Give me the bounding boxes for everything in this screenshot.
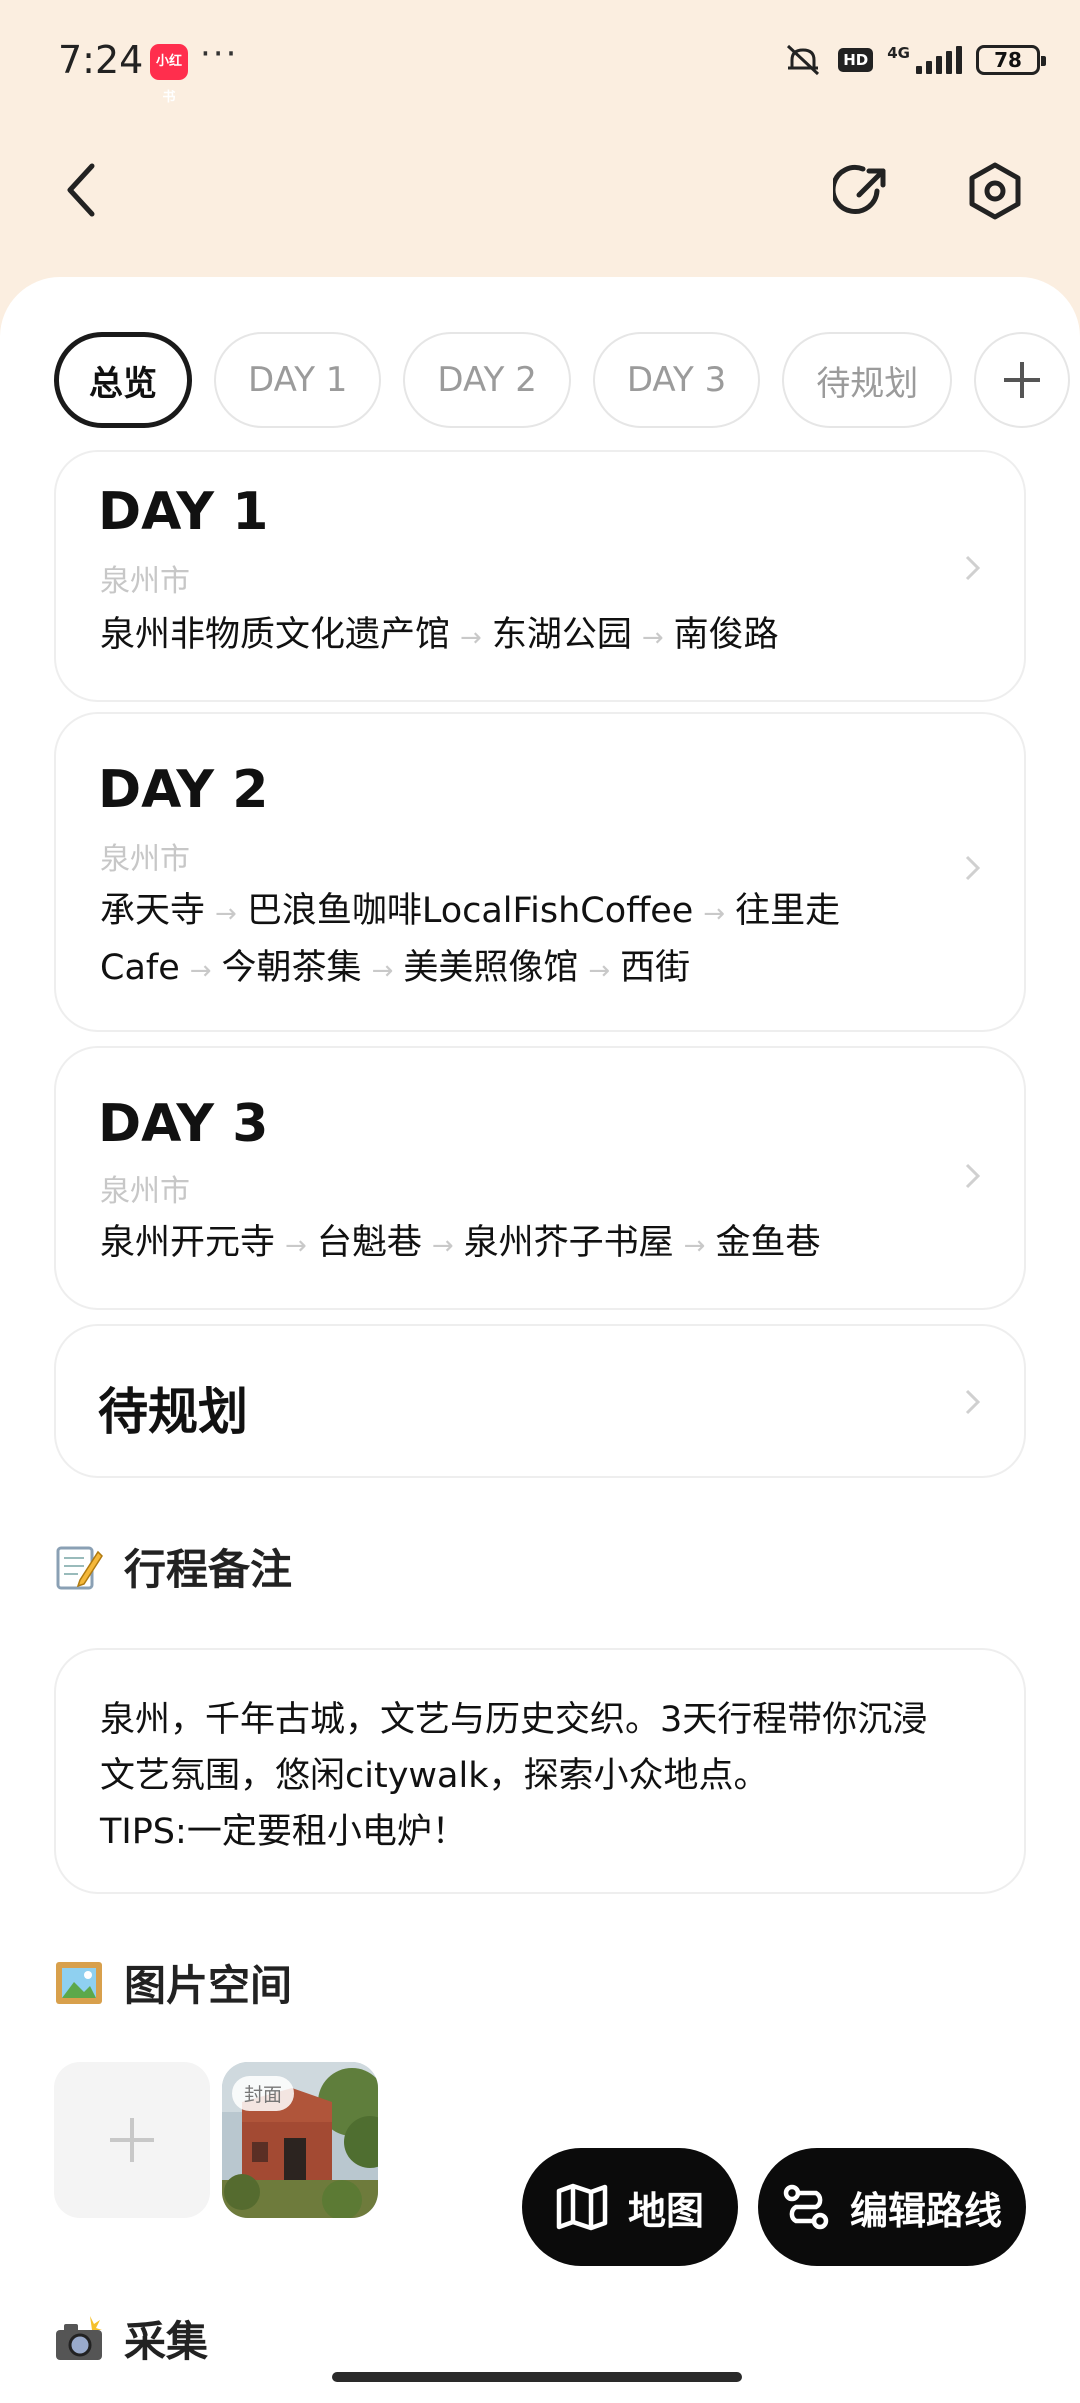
- arrow-right-icon: →: [641, 623, 664, 653]
- day-card-3[interactable]: DAY 3 泉州市 泉州开元寺 → 台魁巷 → 泉州芥子书屋 → 金鱼巷: [54, 1046, 1026, 1310]
- route-stop: 泉州开元寺: [100, 1223, 276, 1263]
- tab-day-2[interactable]: DAY 2: [403, 332, 571, 428]
- chevron-right-icon: [965, 1163, 981, 1189]
- status-more-dots: ···: [200, 34, 239, 74]
- arrow-right-icon: →: [460, 623, 482, 653]
- pending-card[interactable]: 待规划: [54, 1324, 1026, 1478]
- day-route: 承天寺 → 巴浪鱼咖啡LocalFishCoffee → 往里走 Cafe → 今朝茶集 → 美美…: [100, 884, 960, 998]
- arrow-right-icon: →: [588, 956, 611, 986]
- add-day-tab[interactable]: [974, 332, 1071, 428]
- hd-badge: HD: [838, 48, 874, 72]
- day-city: 泉州市: [100, 842, 190, 877]
- framed-picture-icon: [54, 1958, 104, 2008]
- tab-overview[interactable]: 总览: [54, 332, 192, 428]
- edit-route-button[interactable]: 编辑路线: [758, 2148, 1026, 2266]
- edit-route-label: 编辑路线: [849, 2188, 1002, 2233]
- route-stop: 今朝茶集: [221, 948, 362, 988]
- chevron-right-icon: [965, 855, 981, 881]
- route-stop: 东湖公园: [491, 615, 632, 655]
- photos-heading: 图片空间: [54, 1952, 292, 2013]
- arrow-right-icon: →: [683, 1231, 706, 1261]
- share-icon: [833, 165, 886, 214]
- route-stop: 往里走: [735, 891, 841, 931]
- chevron-left-icon: [67, 163, 95, 217]
- signal-icon: [916, 46, 962, 74]
- tab-pending[interactable]: 待规划: [782, 332, 953, 428]
- home-indicator[interactable]: [332, 2372, 742, 2382]
- arrow-right-icon: →: [189, 956, 212, 986]
- collect-heading-text: 采集: [124, 2317, 209, 2366]
- route-stop: 泉州芥子书屋: [463, 1223, 674, 1263]
- chevron-right-icon: [965, 1389, 981, 1415]
- tab-day-3[interactable]: DAY 3: [592, 332, 761, 428]
- day-card-2[interactable]: DAY 2 泉州市 承天寺 → 巴浪鱼咖啡LocalFishCoffee → 往里走 Ca…: [54, 712, 1026, 1032]
- route-stop: 金鱼巷: [715, 1223, 821, 1263]
- network-label: 4G: [887, 44, 910, 62]
- arrow-right-icon: →: [285, 1231, 307, 1261]
- day-city: 泉州市: [100, 564, 190, 599]
- arrow-right-icon: →: [371, 956, 394, 986]
- camera-flash-icon: [54, 2314, 104, 2364]
- xiaohongshu-app-icon: 小红书: [150, 44, 188, 105]
- day-route: 泉州开元寺 → 台魁巷 → 泉州芥子书屋 → 金鱼巷: [100, 1216, 960, 1273]
- route-stop: Cafe: [100, 948, 180, 988]
- battery-icon: 78: [976, 45, 1046, 75]
- route-stop: 巴浪鱼咖啡LocalFishCoffee: [246, 891, 694, 931]
- plus-icon: [1004, 362, 1041, 398]
- notes-text: 泉州，千年古城，文艺与历史交织。3天行程带你沉浸 文艺氛围，悠闲citywalk…: [100, 1700, 928, 1852]
- chevron-right-icon: [965, 555, 981, 581]
- map-button[interactable]: 地图: [522, 2148, 738, 2266]
- cover-photo-thumbnail[interactable]: 封面: [222, 2062, 378, 2218]
- pending-title: 待规划: [98, 1383, 248, 1441]
- cover-label: 封面: [232, 2076, 295, 2111]
- day-title: DAY 1: [98, 482, 269, 542]
- back-button[interactable]: [52, 160, 112, 220]
- memo-icon: [54, 1542, 104, 1592]
- notes-heading-text: 行程备注: [124, 1545, 293, 1594]
- route-stop: 西街: [620, 948, 691, 988]
- arrow-right-icon: →: [215, 899, 237, 929]
- status-icons: HD 4G 78: [782, 38, 1046, 82]
- status-time: 7:24: [58, 38, 144, 82]
- route-stop: 承天寺: [100, 891, 206, 931]
- route-stop: 南俊路: [673, 615, 779, 655]
- arrow-right-icon: →: [703, 899, 726, 929]
- day-route: 泉州非物质文化遗产馆 → 东湖公园 → 南俊路: [100, 608, 960, 665]
- map-icon: [556, 2183, 608, 2231]
- map-button-label: 地图: [627, 2188, 704, 2233]
- day-city: 泉州市: [100, 1174, 190, 1209]
- plus-icon: [110, 2118, 154, 2162]
- notes-card[interactable]: 泉州，千年古城，文艺与历史交织。3天行程带你沉浸 文艺氛围，悠闲citywalk…: [54, 1648, 1026, 1894]
- route-stop: 台魁巷: [316, 1223, 422, 1263]
- settings-hexagon-icon: [969, 162, 1021, 220]
- day-title: DAY 2: [98, 760, 269, 820]
- day-title: DAY 3: [98, 1094, 269, 1154]
- mute-icon: [787, 44, 820, 76]
- collect-heading: 采集: [54, 2308, 208, 2369]
- settings-button[interactable]: [962, 158, 1028, 224]
- day-card-1[interactable]: DAY 1 泉州市 泉州非物质文化遗产馆 → 东湖公园 → 南俊路: [54, 450, 1026, 702]
- status-bar: 7:24 小红书 ··· HD 4G 78: [0, 0, 1080, 120]
- tab-day-1[interactable]: DAY 1: [214, 332, 382, 428]
- day-tabs: 总览 DAY 1 DAY 2 DAY 3 待规划: [54, 332, 1071, 428]
- add-photo-button[interactable]: [54, 2062, 210, 2218]
- route-icon: [783, 2184, 829, 2230]
- notes-heading: 行程备注: [54, 1536, 292, 1597]
- photos-heading-text: 图片空间: [124, 1961, 293, 2010]
- route-stop: 泉州非物质文化遗产馆: [100, 615, 451, 655]
- route-stop: 美美照像馆: [403, 948, 579, 988]
- arrow-right-icon: →: [431, 1231, 454, 1261]
- share-button[interactable]: [830, 158, 896, 224]
